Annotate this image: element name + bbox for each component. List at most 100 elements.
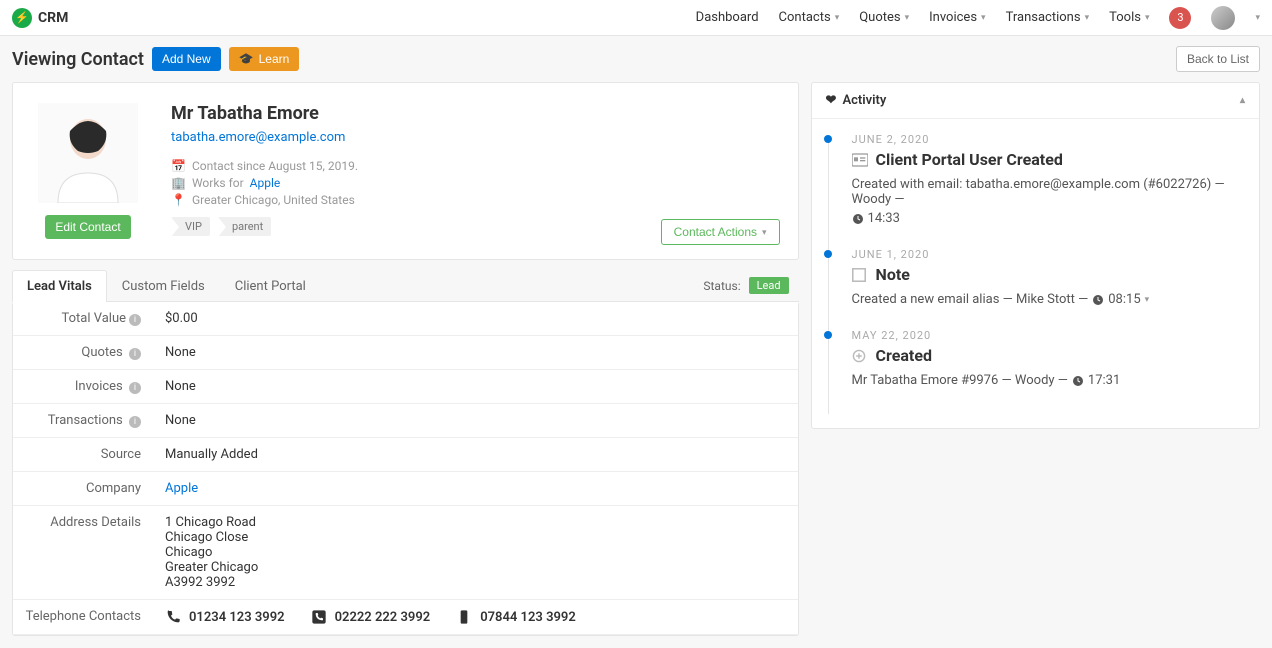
chevron-down-icon: ▾ xyxy=(981,13,986,23)
tab-client-portal[interactable]: Client Portal xyxy=(220,270,321,302)
contact-actions-wrap: Contact Actions ▾ xyxy=(661,219,780,245)
status-label: Status: xyxy=(703,279,740,293)
timeline-title: Created xyxy=(852,346,1241,365)
clock-icon xyxy=(1072,375,1084,387)
user-avatar[interactable] xyxy=(1211,6,1235,30)
timeline-dot-icon xyxy=(824,331,832,339)
info-icon[interactable]: i xyxy=(129,416,141,428)
quotes-value: None xyxy=(153,336,798,370)
timeline-time: 17:31 xyxy=(1088,373,1120,388)
phone-2: 02222 222 3992 xyxy=(335,610,431,625)
top-bar: ⚡ CRM Dashboard Contacts▾ Quotes▾ Invoic… xyxy=(0,0,1272,36)
tag-parent[interactable]: parent xyxy=(218,217,271,236)
nav-transactions[interactable]: Transactions ▾ xyxy=(1006,10,1090,25)
back-to-list-button[interactable]: Back to List xyxy=(1176,46,1260,72)
transactions-label: Transactions xyxy=(48,413,123,428)
note-icon xyxy=(852,268,868,282)
address-line-4: Greater Chicago xyxy=(165,560,786,575)
phone-mobile: 07844 123 3992 xyxy=(456,609,576,625)
timeline-item: MAY 22, 2020 Created Mr Tabatha Emore #9… xyxy=(838,329,1241,388)
info-icon[interactable]: i xyxy=(129,348,141,360)
brand-logo[interactable]: ⚡ CRM xyxy=(12,8,68,28)
page-title: Viewing Contact xyxy=(12,49,144,70)
chevron-down-icon: ▾ xyxy=(1145,13,1150,23)
main-nav: Dashboard Contacts▾ Quotes▾ Invoices▾ Tr… xyxy=(696,6,1260,30)
chevron-down-icon: ▾ xyxy=(1085,13,1090,23)
timeline-item: JUNE 2, 2020 Client Portal User Created … xyxy=(838,133,1241,226)
timeline-body-text: Created a new email alias — Mike Stott — xyxy=(852,292,1089,307)
contact-info: Mr Tabatha Emore tabatha.emore@example.c… xyxy=(171,103,358,239)
nav-contacts[interactable]: Contacts▾ xyxy=(779,10,840,25)
edit-contact-button[interactable]: Edit Contact xyxy=(45,215,130,239)
contact-actions-button[interactable]: Contact Actions ▾ xyxy=(661,219,780,245)
telephone-label: Telephone Contacts xyxy=(13,600,153,635)
timeline-dot-icon xyxy=(824,250,832,258)
notification-badge[interactable]: 3 xyxy=(1169,7,1191,29)
chevron-down-icon[interactable]: ▾ xyxy=(1145,295,1150,305)
plus-circle-icon xyxy=(852,349,868,363)
timeline-title-text: Note xyxy=(876,265,910,284)
works-for-prefix: Works for xyxy=(192,176,244,190)
tab-lead-vitals[interactable]: Lead Vitals xyxy=(12,270,107,302)
tag-vip[interactable]: VIP xyxy=(171,217,210,236)
heartbeat-icon: ❤ xyxy=(826,93,837,108)
nav-dashboard[interactable]: Dashboard xyxy=(696,10,759,25)
phone-square-icon xyxy=(311,609,327,625)
nav-tools[interactable]: Tools ▾ xyxy=(1109,10,1149,25)
calendar-icon: 📅 xyxy=(171,159,186,173)
timeline-item: JUNE 1, 2020 Note Created a new email al… xyxy=(838,248,1241,307)
row-quotes: Quotes i None xyxy=(13,336,798,370)
timeline-body: Mr Tabatha Emore #9976 — Woody — 17:31 xyxy=(852,373,1241,388)
brand-text: CRM xyxy=(38,10,68,26)
row-total-value: Total Valuei $0.00 xyxy=(13,302,798,336)
contact-location: 📍 Greater Chicago, United States xyxy=(171,193,358,207)
company-label: Company xyxy=(13,472,153,506)
timeline-dot-icon xyxy=(824,135,832,143)
chevron-down-icon[interactable]: ▾ xyxy=(1255,13,1260,23)
nav-quotes-label: Quotes xyxy=(859,10,900,25)
works-for: 🏢 Works for Apple xyxy=(171,176,358,190)
timeline-title-text: Created xyxy=(876,346,932,365)
tab-custom-fields[interactable]: Custom Fields xyxy=(107,270,220,302)
phone-1: 01234 123 3992 xyxy=(189,610,285,625)
timeline-date: JUNE 2, 2020 xyxy=(852,133,1241,146)
timeline-body: Created a new email alias — Mike Stott —… xyxy=(852,292,1241,307)
content-area: Edit Contact Mr Tabatha Emore tabatha.em… xyxy=(0,82,1272,648)
add-new-button[interactable]: Add New xyxy=(152,47,221,71)
nav-invoices[interactable]: Invoices ▾ xyxy=(929,10,985,25)
edit-contact-label: Edit Contact xyxy=(55,220,120,234)
clock-icon xyxy=(852,213,864,225)
page-subbar: Viewing Contact Add New 🎓 Learn Back to … xyxy=(0,36,1272,82)
address-line-5: A3992 3992 xyxy=(165,575,786,590)
vitals-table: Total Valuei $0.00 Quotes i None Invoice… xyxy=(13,302,798,635)
vitals-card: Total Valuei $0.00 Quotes i None Invoice… xyxy=(12,302,799,636)
row-telephone: Telephone Contacts 01234 123 3992 02222 … xyxy=(13,600,798,635)
chevron-up-icon[interactable]: ▴ xyxy=(1240,95,1245,106)
company-value-link[interactable]: Apple xyxy=(165,481,198,496)
info-icon[interactable]: i xyxy=(129,382,141,394)
timeline-title-text: Client Portal User Created xyxy=(876,150,1063,169)
invoices-label: Invoices xyxy=(75,379,123,394)
activity-header[interactable]: ❤ Activity ▴ xyxy=(812,83,1259,119)
contact-email-link[interactable]: tabatha.emore@example.com xyxy=(171,130,358,145)
location-text: Greater Chicago, United States xyxy=(192,193,355,207)
graduation-icon: 🎓 xyxy=(239,52,254,66)
photo-column: Edit Contact xyxy=(33,103,143,239)
phone-list: 01234 123 3992 02222 222 3992 07844 123 … xyxy=(165,609,786,625)
total-value-label: Total Value xyxy=(61,311,126,326)
phone-work: 02222 222 3992 xyxy=(311,609,431,625)
person-icon xyxy=(38,103,138,203)
nav-transactions-label: Transactions xyxy=(1006,10,1081,25)
nav-invoices-label: Invoices xyxy=(929,10,977,25)
info-icon[interactable]: i xyxy=(129,314,141,326)
nav-tools-label: Tools xyxy=(1109,10,1141,25)
clock-icon xyxy=(1092,294,1104,306)
row-address: Address Details 1 Chicago Road Chicago C… xyxy=(13,506,798,600)
row-invoices: Invoices i None xyxy=(13,370,798,404)
id-card-icon xyxy=(852,153,868,167)
learn-button[interactable]: 🎓 Learn xyxy=(229,47,300,71)
company-link[interactable]: Apple xyxy=(250,176,281,190)
nav-quotes[interactable]: Quotes▾ xyxy=(859,10,909,25)
phone-home: 01234 123 3992 xyxy=(165,609,285,625)
main-column: Edit Contact Mr Tabatha Emore tabatha.em… xyxy=(12,82,799,636)
